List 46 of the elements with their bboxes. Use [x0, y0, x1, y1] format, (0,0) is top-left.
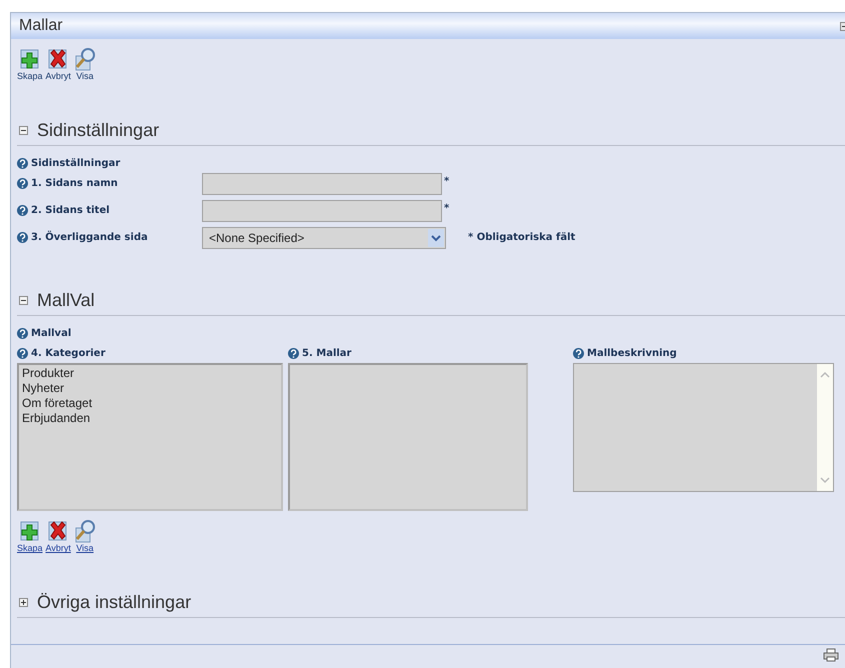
minus-icon[interactable] [19, 126, 28, 135]
plus-icon[interactable] [19, 598, 28, 607]
help-icon[interactable] [17, 348, 28, 359]
required-mark: * [444, 176, 450, 188]
field-label: 4. Kategorier [31, 348, 106, 359]
input-field[interactable] [202, 200, 442, 222]
printer-icon[interactable] [823, 648, 839, 662]
field-label: 2. Sidans titel [31, 205, 110, 216]
help-icon[interactable] [17, 205, 28, 216]
field-label: 3. Överliggande sida [31, 232, 148, 244]
required-note: * Obligatoriska fält [468, 232, 576, 244]
magnifier-icon[interactable] [74, 519, 96, 544]
minus-icon[interactable] [19, 296, 28, 305]
cross-icon[interactable] [47, 47, 70, 72]
section-title[interactable]: MallVal [37, 290, 95, 311]
input-field[interactable] [202, 172, 442, 195]
magnifier-icon[interactable] [74, 47, 96, 72]
cross-icon[interactable] [47, 519, 70, 544]
help-icon[interactable] [17, 158, 28, 169]
field-label: Sidinställningar [31, 158, 120, 169]
field-label: 1. Sidans namn [31, 178, 118, 190]
list-item[interactable]: Nyheter [22, 381, 278, 396]
help-icon[interactable] [17, 178, 28, 190]
toolbar-label[interactable]: Visa [76, 71, 94, 82]
help-icon[interactable] [573, 348, 584, 359]
toolbar-label[interactable]: Skapa [17, 71, 43, 82]
list-item[interactable]: Om företaget [22, 396, 278, 412]
help-icon[interactable] [17, 328, 28, 339]
dropdown[interactable]: <None Specified> [202, 226, 446, 249]
toolbar-label[interactable]: Avbryt [46, 71, 71, 82]
list-item[interactable]: Erbjudanden [22, 411, 278, 426]
section-title[interactable]: Övriga inställningar [37, 592, 192, 613]
toolbar-link[interactable]: Skapa [17, 543, 43, 554]
field-label: 5. Mallar [302, 348, 352, 359]
list-item[interactable]: Produkter [22, 366, 278, 382]
field-label: Mallbeskrivning [587, 348, 677, 359]
field-label: Mallval [31, 328, 72, 339]
panel-title: Mallar [19, 17, 63, 36]
toolbar-link[interactable]: Visa [76, 543, 94, 554]
chevron-down-icon[interactable] [428, 228, 444, 247]
help-icon[interactable] [17, 232, 28, 244]
toolbar-link[interactable]: Avbryt [46, 543, 71, 554]
help-icon[interactable] [288, 348, 299, 359]
section-title[interactable]: Sidinställningar [37, 120, 160, 141]
required-mark: * [444, 203, 450, 214]
list-box[interactable]: Produkter Nyheter Om företaget Erbjudanden [17, 363, 283, 512]
